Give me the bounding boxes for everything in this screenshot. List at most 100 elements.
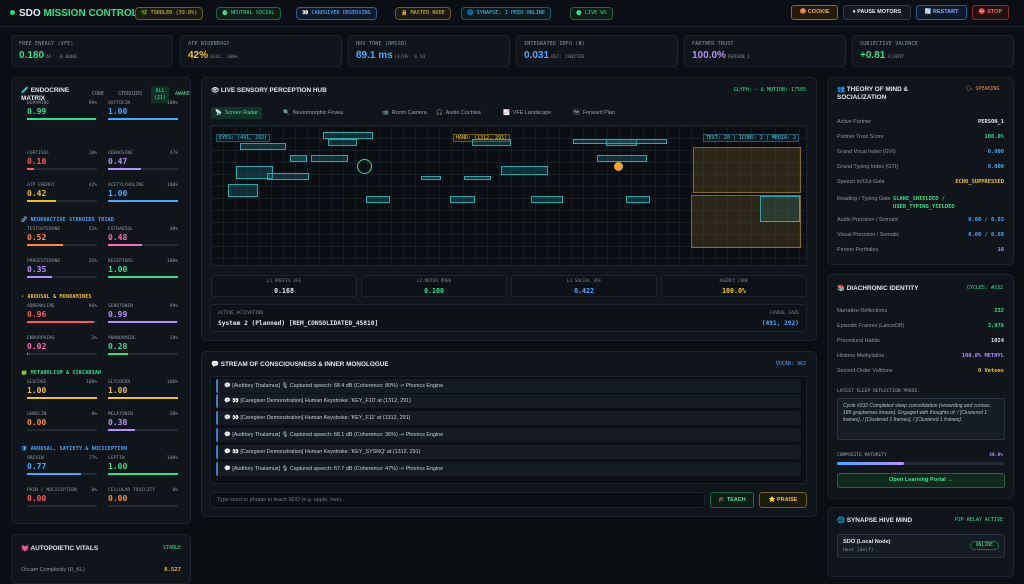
tab-room-camera[interactable]: 📹 Room Camera [378,107,431,119]
praise-button[interactable]: 🌟 PRAISE [759,492,807,508]
stat-value: 0.100 [424,287,444,295]
maturity-track [837,462,1005,465]
hormone-card: ACETYLCHOLINE 100% 1.00 [108,183,178,213]
identity-row-label: Second-Order Volitions [837,368,893,374]
tab-vfe-landscape[interactable]: 📈 VFE Landscape [499,107,555,119]
activation-box: ACTIVE ACTIVATION System 2 (Planned) [RE… [210,304,807,332]
tom-row-label: Grand Vocal Index (GVI) [837,149,896,155]
radar-text-box [240,143,286,150]
tom-row: Active Partner PERSON_1 [837,119,1004,129]
tab-neuromorphic-fovea[interactable]: 🔍 Neuromorphic Fovea [279,107,347,119]
metric-label: PARTNER TRUST [692,41,734,47]
metric-label: SUBJECTIVE VALENCE [860,41,918,47]
stat-label: L1 PREFIX VFE [266,279,302,284]
hormone-bar-fill [108,321,178,323]
hormone-percent: 38% [169,412,178,417]
hive-title: 🌐 SYNAPSE HIVE MIND [837,517,913,524]
pause-motors-button[interactable]: ⏸ PAUSE MOTORS [843,5,911,20]
tab-label[interactable]: Screen Radar [225,110,258,116]
metabolism-section-title: 🍏 METABOLISM & CIRCADIAN [21,370,102,376]
tom-row-label: Person Portfolios [837,247,879,253]
prose-label: LATEST SLEEP REFLECTION PROSE: [837,389,920,394]
hormone-bar-track [108,505,178,507]
hormone-name: GLYCOGEN [108,380,131,385]
tom-row: Visual Precision / Somatic 0.00 / 0.69 [837,232,1004,242]
radar-text-box [228,184,258,197]
identity-row: Narrative Reflections 232 [837,308,1004,318]
stream-log[interactable]: 💬 [Auditory Thalamus] 🎙 Captured speech:… [210,376,807,484]
teach-input[interactable] [210,492,705,508]
learning-portal-button[interactable]: Open Learning Portal → [837,473,1005,488]
metric-label: ATP BIOENERGY [188,41,230,47]
log-entry: 💬 👀 [Caregiver Demonstration] Human Keys… [216,394,801,408]
tab-icon: 📡 [215,110,222,116]
tom-row-value: 0.00 / 0.69 [968,232,1004,238]
tab-label[interactable]: Neuromorphic Fovea [293,110,343,116]
hormone-name: ENDORPHINS [27,336,55,341]
tab-audio-cochlea[interactable]: 🎧 Audio Cochlea [432,107,485,119]
stat-card: L2 MOTOR PRED 0.100 [361,275,507,297]
hormone-card: PAIN / NOCICEPTION 0% 0.00 [27,488,97,518]
stat-card: L3 SOCIAL VFE 0.422 [511,275,657,297]
cycles-count: CYCLES: #232 [966,285,1003,291]
hormone-bar-fill [108,200,178,202]
screen-radar[interactable]: EYES: (491, 292) HAND: (1312, 291) TEXT:… [210,125,807,266]
app-logo: SDO MISSION CONTROL [10,8,138,19]
metric-label: FREE ENERGY (VFE) [19,41,74,47]
flask-icon: 🧪 [21,87,31,94]
tom-row-label: Audio Precision / Somatic [837,217,899,223]
log-entry: 💬 👀 [Caregiver Demonstration] Human Keys… [216,445,801,459]
tab-label[interactable]: Audio Cochlea [446,110,481,116]
tom-title: 👥 THEORY OF MIND & SOCIALIZATION [837,86,909,101]
tab-forward-plan[interactable]: 🗺 Forward Plan [569,107,619,119]
hormone-name: SEROTONIN [108,304,133,309]
hormone-name: ANANDAMIDE [108,336,136,341]
glyph-readout: GLYPH: — Δ MOTION: 17505 [733,87,806,93]
metric-label: INTEGRATED INFO (Φ) [524,41,585,47]
hormone-name: GLUCOSE [27,380,47,385]
identity-panel: 📚 DIACHRONIC IDENTITY CYCLES: #232 Narra… [827,274,1014,499]
tab-core[interactable]: CORE [92,91,104,97]
hormone-value: 1.00 [108,265,128,274]
hormone-percent: 99% [88,101,97,106]
stop-button[interactable]: ⛔ STOP [972,5,1009,20]
tom-row-value: ECHO_SUPPRESSED [955,179,1004,185]
tom-row: Audio Precision / Somatic 0.00 / 0.93 [837,217,1004,227]
metric-card: SUBJECTIVE VALENCE +0.81 FLUENT [852,35,1014,67]
hormone-percent: 47% [169,151,178,156]
tab-label[interactable]: VFE Landscape [513,110,551,116]
globe-icon: 🌐 [837,517,847,524]
lock-icon: 🔒 [401,10,408,16]
radar-counts-label: TEXT: 20 | ICONS: 2 | MEDIA: 2 [702,134,799,142]
tab-awake[interactable]: AWAKE [175,91,190,97]
teach-button[interactable]: 🎓 TEACH [710,492,754,508]
hormone-bar-fill [27,276,52,278]
hormone-percent: 100% [166,259,178,264]
tom-row: Grand Vocal Index (GVI) 0.000 [837,149,1004,159]
hormone-bar-track [27,321,97,323]
radar-text-box [311,155,348,162]
radar-text-box [267,173,309,180]
theory-of-mind-panel: 👥 THEORY OF MIND & SOCIALIZATION 🗣 SPEAK… [827,77,1014,265]
tom-row-value: 16 [997,247,1005,253]
tab-label[interactable]: Room Camera [392,110,427,116]
radar-text-box [597,155,647,162]
hormone-bar-track [27,429,97,431]
hormone-percent: 0% [91,412,97,417]
hormone-value: 1.00 [108,107,128,116]
radar-text-box [323,132,373,139]
cookie-button[interactable]: 🍪 COOKIE [791,5,838,20]
speech-bubble-icon: 💬 [211,361,221,368]
dot-icon: ⬤ [576,10,582,16]
tab-steroids[interactable]: STEROIDS [118,91,142,97]
eye-gaze-marker-icon [357,159,372,174]
tab-label[interactable]: Forward Plan [583,110,615,116]
tom-row-value: 0.000 [987,149,1004,155]
activation-value: System 2 (Planned) [REM_CONSOLIDATED_458… [218,320,379,327]
brand-subtitle: MISSION CONTROL [43,8,138,19]
hormone-percent: 28% [169,336,178,341]
hormone-percent: 0% [172,488,178,493]
tab-screen-radar[interactable]: 📡 Screen Radar [211,107,262,119]
hormone-card: ATP ENERGY 42% 0.42 [27,183,97,213]
restart-button[interactable]: 🔄 RESTART [916,5,967,20]
